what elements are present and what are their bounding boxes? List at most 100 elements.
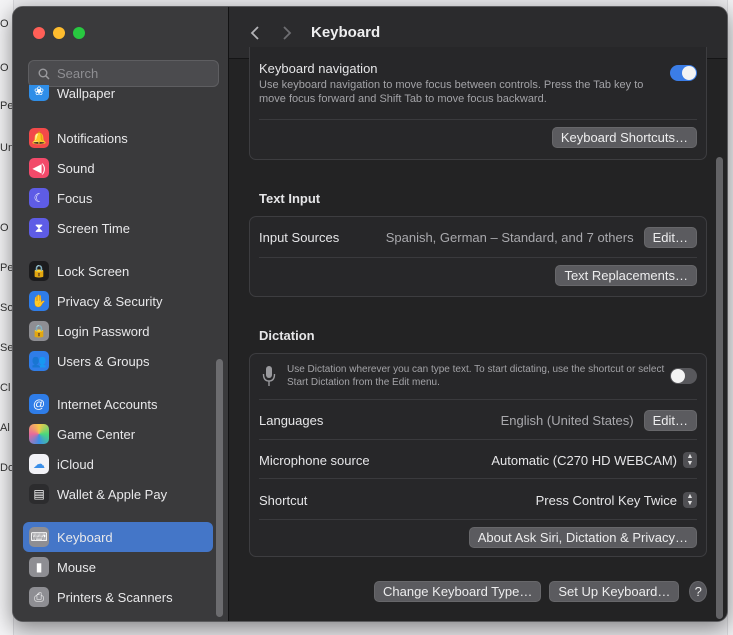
sidebar-item-label: Privacy & Security xyxy=(57,293,163,309)
background-text-fragment: Un xyxy=(0,142,12,154)
background-text-fragment: Pe xyxy=(0,262,12,274)
speaker-icon: ◀) xyxy=(29,158,49,178)
sidebar-item-label: Wallpaper xyxy=(57,86,116,101)
chevron-right-icon xyxy=(283,25,292,40)
sidebar-item-label: Login Password xyxy=(57,323,150,339)
main-scrollbar[interactable] xyxy=(716,157,723,619)
background-text-fragment: O xyxy=(0,18,9,30)
sidebar-item-label: Internet Accounts xyxy=(57,396,158,412)
dictation-card: Use Dictation wherever you can type text… xyxy=(249,353,707,557)
back-button[interactable] xyxy=(239,19,271,47)
background-text-fragment: Al xyxy=(0,422,10,434)
chevron-left-icon xyxy=(250,25,259,40)
sidebar-item-focus[interactable]: ☾ Focus xyxy=(23,183,213,213)
sidebar-item-label: Users & Groups xyxy=(57,353,150,369)
hand-icon: ✋ xyxy=(29,291,49,311)
users-icon: 👥 xyxy=(29,351,49,371)
sidebar-item-privacy-security[interactable]: ✋ Privacy & Security xyxy=(23,286,213,316)
input-sources-label: Input Sources xyxy=(259,229,340,245)
printer-icon: ⎙ xyxy=(29,587,49,607)
sidebar-item-label: Printers & Scanners xyxy=(57,589,173,605)
keyboard-icon: ⌨ xyxy=(29,527,49,547)
search-icon xyxy=(38,68,50,80)
sidebar-item-wallpaper[interactable]: ❀ Wallpaper xyxy=(23,85,213,101)
sidebar-item-game-center[interactable]: ● Game Center xyxy=(23,419,213,449)
search-field[interactable] xyxy=(28,60,219,87)
sidebar-item-wallet-apple-pay[interactable]: ▤ Wallet & Apple Pay xyxy=(23,479,213,509)
input-sources-edit-button[interactable]: Edit… xyxy=(643,226,697,248)
sidebar-item-label: Notifications xyxy=(57,130,128,146)
microphone-source-popup[interactable]: Automatic (C270 HD WEBCAM) ▲ ▼ xyxy=(491,452,697,468)
at-icon: @ xyxy=(29,394,49,414)
dictation-toggle[interactable] xyxy=(670,368,697,384)
page-title: Keyboard xyxy=(311,24,381,41)
sidebar-item-label: Sound xyxy=(57,160,95,176)
background-text-fragment: Pe xyxy=(0,100,12,112)
sidebar-item-internet-accounts[interactable]: @ Internet Accounts xyxy=(23,389,213,419)
background-text-fragment: Do xyxy=(0,462,12,474)
sidebar-item-login-password[interactable]: 🔒 Login Password xyxy=(23,316,213,346)
sidebar: ❀ Wallpaper 🔔 Notifications ◀) Sound ☾ Focus ⧗ Sc… xyxy=(13,7,229,621)
sidebar-item-label: Focus xyxy=(57,190,93,206)
shortcut-label: Shortcut xyxy=(259,492,308,508)
microphone-source-label: Microphone source xyxy=(259,452,370,468)
sidebar-item-label: Wallet & Apple Pay xyxy=(57,486,168,502)
wallpaper-icon: ❀ xyxy=(29,85,49,101)
sidebar-item-lock-screen[interactable]: 🔒 Lock Screen xyxy=(23,256,213,286)
help-button[interactable]: ? xyxy=(689,581,707,602)
mouse-icon: ▮ xyxy=(29,557,49,577)
languages-edit-button[interactable]: Edit… xyxy=(643,409,697,431)
game-center-icon: ● xyxy=(29,424,49,444)
footer-buttons: Change Keyboard Type… Set Up Keyboard… ? xyxy=(374,581,707,602)
sidebar-item-label: Game Center xyxy=(57,426,136,442)
sidebar-item-mouse[interactable]: ▮ Mouse xyxy=(23,552,213,582)
microphone-source-value: Automatic (C270 HD WEBCAM) xyxy=(491,452,677,468)
sidebar-item-label: Lock Screen xyxy=(57,263,130,279)
input-sources-value: Spanish, German – Standard, and 7 others xyxy=(385,229,634,245)
set-up-keyboard-button[interactable]: Set Up Keyboard… xyxy=(549,581,680,602)
search-input[interactable] xyxy=(57,66,207,81)
text-input-card: Input Sources Spanish, German – Standard… xyxy=(249,216,707,297)
popup-chevrons-icon: ▲ ▼ xyxy=(683,452,697,468)
dictation-description: Use Dictation wherever you can type text… xyxy=(287,364,665,388)
main-pane: Keyboard Keyboard navigation Use keyboar… xyxy=(229,7,727,621)
text-replacements-button[interactable]: Text Replacements… xyxy=(555,265,697,286)
sidebar-item-label: Mouse xyxy=(57,559,97,575)
about-siri-dictation-privacy-button[interactable]: About Ask Siri, Dictation & Privacy… xyxy=(468,527,697,548)
sidebar-scrollbar[interactable] xyxy=(216,359,223,617)
traffic-lights xyxy=(33,27,85,39)
change-keyboard-type-button[interactable]: Change Keyboard Type… xyxy=(374,581,542,602)
zoom-button[interactable] xyxy=(73,27,85,39)
languages-label: Languages xyxy=(259,412,324,428)
minimize-button[interactable] xyxy=(53,27,65,39)
keyboard-navigation-description: Use keyboard navigation to move focus be… xyxy=(259,79,644,105)
sidebar-item-screen-time[interactable]: ⧗ Screen Time xyxy=(23,213,213,243)
sidebar-item-printers-scanners[interactable]: ⎙ Printers & Scanners xyxy=(23,582,213,612)
sidebar-item-users-groups[interactable]: 👥 Users & Groups xyxy=(23,346,213,376)
forward-button[interactable] xyxy=(271,19,303,47)
sidebar-item-sound[interactable]: ◀) Sound xyxy=(23,153,213,183)
shortcut-popup[interactable]: Press Control Key Twice ▲ ▼ xyxy=(536,492,697,508)
padlock-icon: 🔒 xyxy=(29,321,49,341)
keyboard-shortcuts-button[interactable]: Keyboard Shortcuts… xyxy=(551,127,697,148)
system-settings-window: ❀ Wallpaper 🔔 Notifications ◀) Sound ☾ Focus ⧗ Sc… xyxy=(12,6,728,622)
hourglass-icon: ⧗ xyxy=(29,218,49,238)
keyboard-navigation-card: Keyboard navigation Use keyboard navigat… xyxy=(249,47,707,160)
sidebar-item-notifications[interactable]: 🔔 Notifications xyxy=(23,123,213,153)
background-text-fragment: Cl xyxy=(0,382,11,394)
sidebar-item-icloud[interactable]: ☁ iCloud xyxy=(23,449,213,479)
moon-icon: ☾ xyxy=(29,188,49,208)
close-button[interactable] xyxy=(33,27,45,39)
keyboard-navigation-title: Keyboard navigation xyxy=(259,61,378,76)
background-text-fragment: So xyxy=(0,302,12,314)
cloud-icon: ☁ xyxy=(29,454,49,474)
bell-icon: 🔔 xyxy=(29,128,49,148)
shortcut-value: Press Control Key Twice xyxy=(535,492,677,508)
microphone-icon xyxy=(262,366,276,386)
keyboard-navigation-toggle[interactable] xyxy=(670,65,697,81)
background-text-fragment: O xyxy=(0,222,9,234)
sidebar-item-keyboard[interactable]: ⌨ Keyboard xyxy=(23,522,213,552)
dictation-heading: Dictation xyxy=(259,328,315,343)
text-input-heading: Text Input xyxy=(259,191,321,206)
background-text-fragment: Se xyxy=(0,342,12,354)
